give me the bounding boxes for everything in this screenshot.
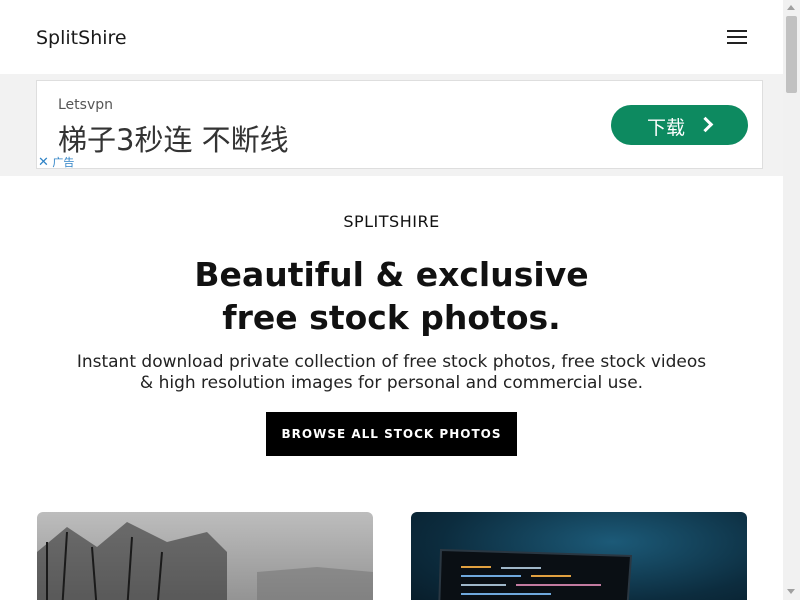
trees-photo: [37, 522, 373, 600]
browse-all-button[interactable]: BROWSE ALL STOCK PHOTOS: [266, 412, 517, 456]
hero-title-line2: free stock photos.: [222, 298, 561, 337]
ad-download-label: 下载: [647, 117, 686, 139]
chevron-right-icon: [697, 116, 714, 133]
hero-title: Beautiful & exclusive free stock photos.: [0, 253, 783, 339]
hero-title-line1: Beautiful & exclusive: [194, 255, 589, 294]
hero-desc-line1: Instant download private collection of f…: [76, 352, 707, 372]
ad-label: 广告: [52, 156, 75, 169]
page: SplitShire Letsvpn 梯子3秒连 不断线 下载 ✕ 广告 SPL…: [0, 0, 783, 600]
vertical-scrollbar[interactable]: [783, 0, 800, 600]
close-icon[interactable]: ✕: [38, 155, 49, 170]
ad-choices[interactable]: ✕ 广告: [38, 154, 75, 170]
hero-eyebrow: SPLITSHIRE: [343, 212, 440, 231]
ad-download-button[interactable]: 下载: [611, 105, 748, 145]
menu-bar: [727, 36, 747, 38]
menu-bar: [727, 30, 747, 32]
hamburger-menu-icon[interactable]: [724, 28, 750, 48]
ad-brand: Letsvpn: [58, 97, 113, 113]
site-logo[interactable]: SplitShire: [36, 27, 127, 49]
hero-desc-line2: & high resolution images for personal an…: [139, 373, 644, 393]
photo-card-trees[interactable]: [37, 512, 373, 600]
ad-banner[interactable]: Letsvpn 梯子3秒连 不断线 下载: [36, 80, 763, 169]
scroll-down-arrow-icon[interactable]: [787, 589, 795, 594]
ad-headline: 梯子3秒连 不断线: [58, 123, 289, 157]
scrollbar-thumb[interactable]: [786, 16, 797, 93]
site-header: SplitShire: [0, 0, 783, 74]
menu-bar: [727, 42, 747, 44]
photo-card-laptop[interactable]: [411, 512, 747, 600]
scroll-up-arrow-icon[interactable]: [787, 5, 795, 10]
hero-description: Instant download private collection of f…: [0, 352, 783, 394]
laptop-photo: [438, 548, 633, 600]
